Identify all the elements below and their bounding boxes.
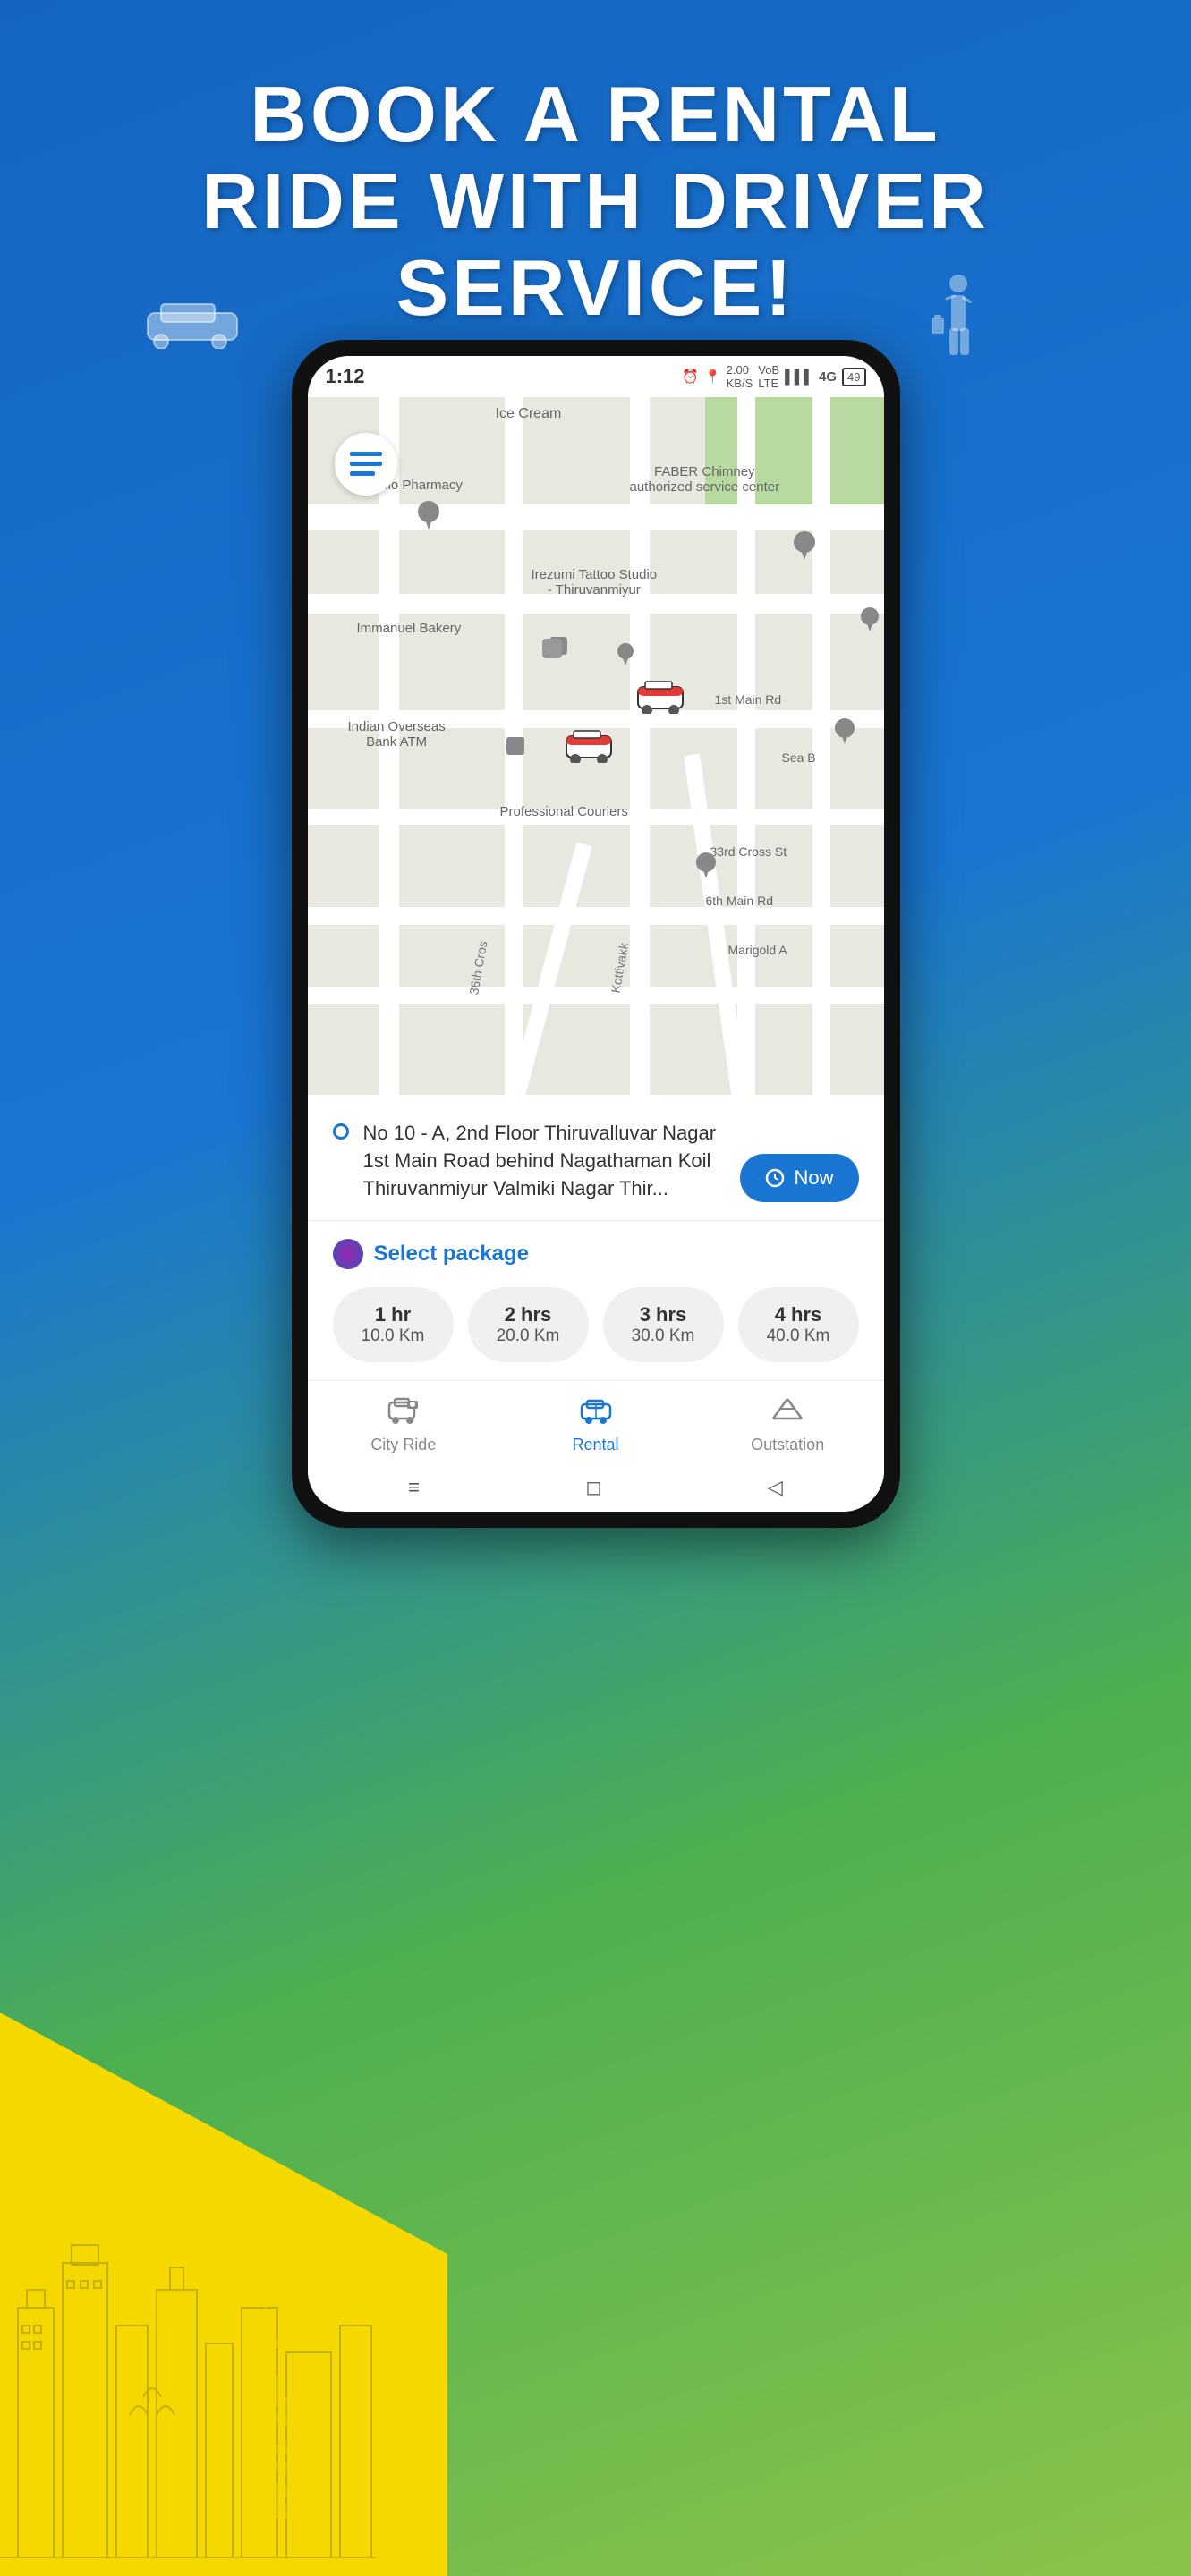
address-row: No 10 - A, 2nd Floor Thiruvalluvar Nagar… <box>333 1120 859 1202</box>
data-speed: 2.00KB/S <box>727 363 753 390</box>
map-label-icecream: Ice Cream <box>496 406 562 422</box>
status-bar: 1:12 ⏰ 📍 2.00KB/S VoBLTE ▌▌▌ 4G 49 <box>308 356 884 397</box>
nav-item-rental[interactable]: Rental <box>499 1395 692 1454</box>
package-icon <box>333 1239 363 1269</box>
map-label-tattoo: Irezumi Tattoo Studio- Thiruvanmiyur <box>532 567 658 597</box>
status-icons: ⏰ 📍 2.00KB/S VoBLTE ▌▌▌ 4G 49 <box>682 363 865 390</box>
package-title: Select package <box>374 1241 529 1267</box>
taxi-car-2 <box>563 724 615 767</box>
package-option-3hr[interactable]: 3 hrs 30.0 Km <box>603 1287 724 1362</box>
map-label-couriers: Professional Couriers <box>500 804 628 819</box>
map-label-marigold: Marigold A <box>728 943 787 957</box>
package-option-2hr[interactable]: 2 hrs 20.0 Km <box>468 1287 589 1362</box>
package-section: Select package 1 hr 10.0 Km 2 hrs 20.0 K… <box>308 1221 884 1380</box>
nav-item-outstation[interactable]: Outstation <box>692 1395 884 1454</box>
outstation-icon <box>771 1395 804 1430</box>
map-label-6thmain: 6th Main Rd <box>706 894 773 908</box>
package-label-row: Select package <box>333 1239 859 1269</box>
hero-section: BOOK A RENTAL RIDE WITH DRIVER SERVICE! <box>0 72 1191 331</box>
alarm-icon: ⏰ <box>682 369 699 385</box>
bottom-navigation: City Ride Rental <box>308 1380 884 1463</box>
package-option-1hr[interactable]: 1 hr 10.0 Km <box>333 1287 454 1362</box>
nav-label-outstation: Outstation <box>751 1436 824 1454</box>
map-label-seab: Sea B <box>782 750 816 765</box>
address-text: No 10 - A, 2nd Floor Thiruvalluvar Nagar… <box>363 1120 727 1202</box>
now-button[interactable]: Now <box>740 1154 858 1202</box>
map-label-33rd: 33rd Cross St <box>710 844 787 859</box>
location-icon: 📍 <box>704 369 721 385</box>
sys-nav-home[interactable]: ◻ <box>585 1476 601 1499</box>
map-menu-button[interactable] <box>335 433 397 496</box>
signal-icon: ▌▌▌ <box>785 369 813 385</box>
address-indicator-dot <box>333 1123 349 1140</box>
sys-nav-menu[interactable]: ≡ <box>408 1476 420 1499</box>
taxi-car-1 <box>634 674 686 718</box>
map-road <box>737 397 755 1095</box>
ride-city-brand-text: Ride City <box>242 2204 315 2522</box>
package-options: 1 hr 10.0 Km 2 hrs 20.0 Km 3 hrs 30.0 Km <box>333 1287 859 1362</box>
rental-icon <box>580 1395 612 1430</box>
map-label-bakery: Immanuel Bakery <box>357 621 462 636</box>
clock-icon <box>765 1168 785 1188</box>
phone-outer-frame: 1:12 ⏰ 📍 2.00KB/S VoBLTE ▌▌▌ 4G 49 <box>292 340 900 1528</box>
phone-screen: 1:12 ⏰ 📍 2.00KB/S VoBLTE ▌▌▌ 4G 49 <box>308 356 884 1512</box>
package-option-4hr[interactable]: 4 hrs 40.0 Km <box>738 1287 859 1362</box>
status-time: 1:12 <box>326 365 365 388</box>
map-road <box>812 397 830 1095</box>
city-sketch-decoration <box>0 1950 376 2558</box>
phone-mockup: 1:12 ⏰ 📍 2.00KB/S VoBLTE ▌▌▌ 4G 49 <box>292 340 900 1528</box>
nav-label-cityride: City Ride <box>370 1436 436 1454</box>
map-label-1stmain: 1st Main Rd <box>715 692 782 707</box>
system-navigation-bar: ≡ ◻ ◁ <box>308 1463 884 1512</box>
sys-nav-back[interactable]: ◁ <box>768 1476 783 1499</box>
map-label-kottivakk: Kottivakk <box>608 942 631 995</box>
map-road <box>630 397 650 1095</box>
battery-icon: 49 <box>842 368 865 386</box>
map-label-bank: Indian OverseasBank ATM <box>348 719 446 750</box>
bottom-panel: No 10 - A, 2nd Floor Thiruvalluvar Nagar… <box>308 1095 884 1512</box>
cityride-icon <box>387 1395 420 1430</box>
volte-icon: VoBLTE <box>758 363 779 390</box>
4g-icon: 4G <box>819 369 837 385</box>
hero-title: BOOK A RENTAL RIDE WITH DRIVER SERVICE! <box>72 72 1119 331</box>
map-view[interactable]: Ice Cream Apollo Pharmacy FABER Chimneya… <box>308 397 884 1095</box>
nav-item-cityride[interactable]: City Ride <box>308 1395 500 1454</box>
map-road <box>505 397 523 1095</box>
map-label-faber: FABER Chimneyauthorized service center <box>630 464 780 495</box>
address-section: No 10 - A, 2nd Floor Thiruvalluvar Nagar… <box>308 1095 884 1221</box>
nav-label-rental: Rental <box>572 1436 618 1454</box>
